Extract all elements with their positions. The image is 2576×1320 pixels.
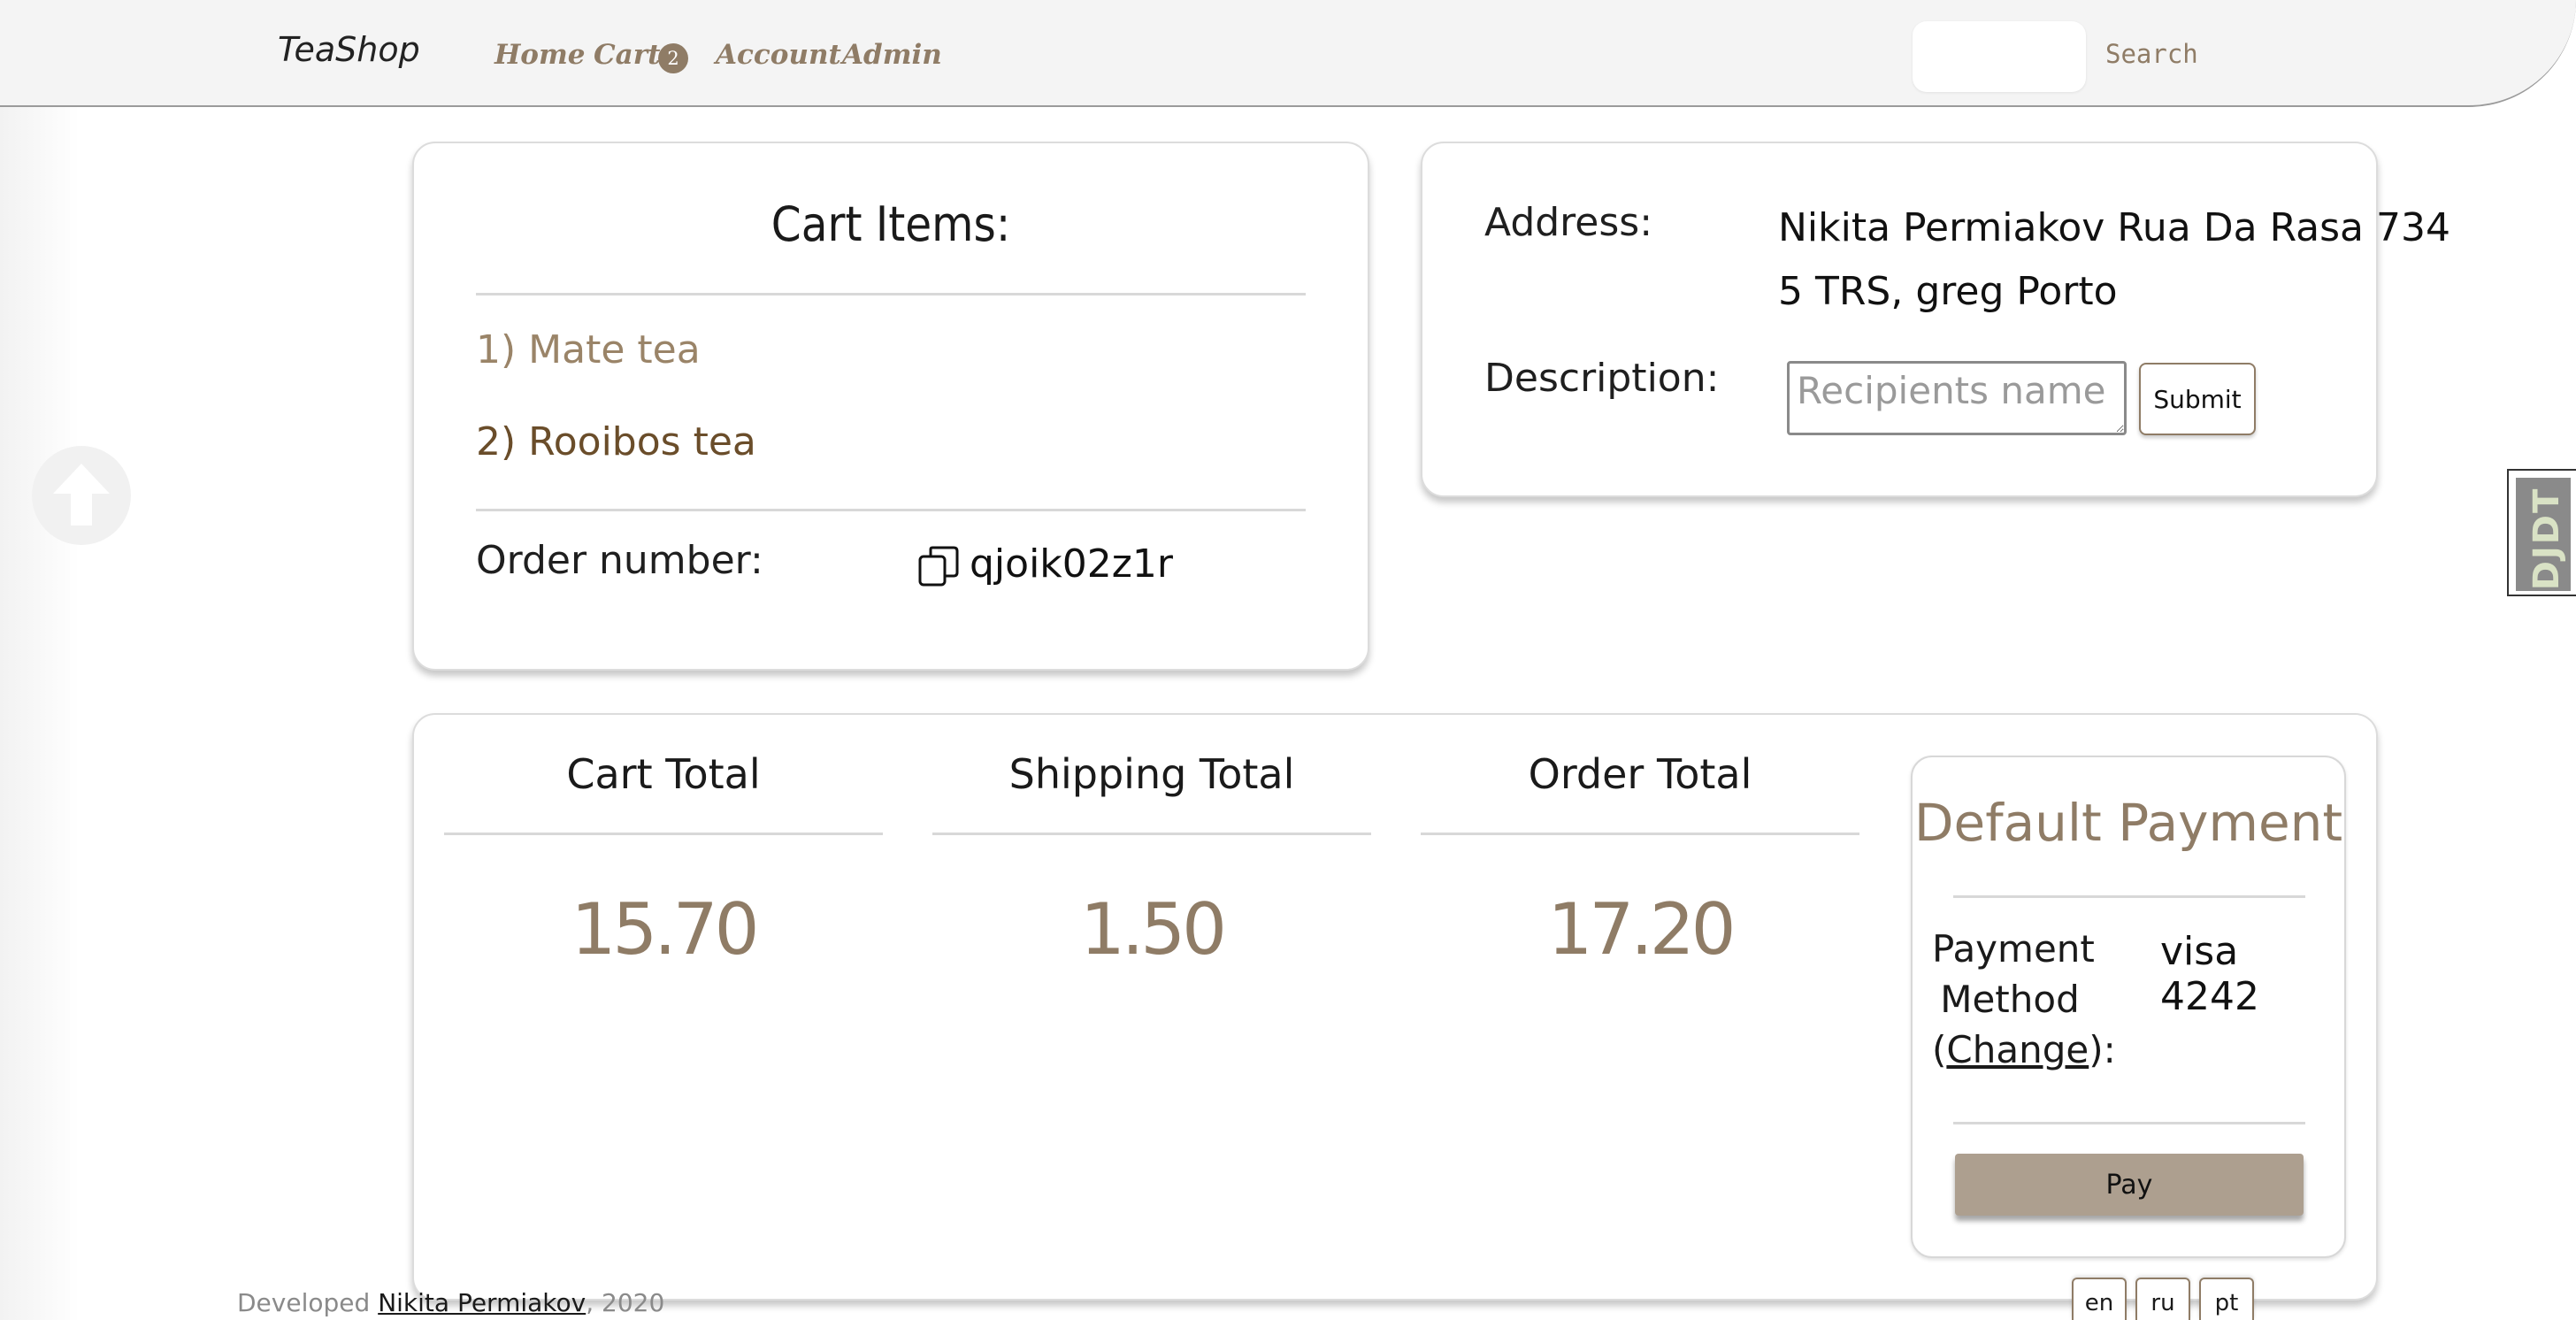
address-line-1: Nikita Permiakov Rua Da Rasa 734 xyxy=(1778,205,2450,250)
brand-logo[interactable]: TeaShop xyxy=(278,30,420,69)
navbar: TeaShop Home Cart 2 Account Admin Search xyxy=(0,0,2576,107)
footer-year: , 2020 xyxy=(586,1288,665,1317)
divider xyxy=(476,509,1306,511)
change-payment-link[interactable]: Change xyxy=(1946,1028,2089,1071)
nav-account-link[interactable]: Account xyxy=(716,39,841,71)
order-total-value: 17.20 xyxy=(1547,888,1736,971)
cart-item[interactable]: 2) Rooibos tea xyxy=(476,419,756,464)
footer-credit: Developed Nikita Permiakov, 2020 xyxy=(237,1288,664,1317)
address-label: Address: xyxy=(1484,200,1653,245)
language-en-button[interactable]: en xyxy=(2072,1278,2127,1320)
divider xyxy=(1953,895,2305,898)
debug-toolbar-inner: DJDT xyxy=(2516,478,2571,591)
nav-home-link[interactable]: Home xyxy=(494,39,586,71)
default-payment-title: Default Payment xyxy=(1913,793,2343,853)
description-label: Description: xyxy=(1484,356,1720,401)
shipping-total-value: 1.50 xyxy=(1079,888,1227,971)
shipping-total-label: Shipping Total xyxy=(1008,750,1295,798)
description-input[interactable] xyxy=(1787,361,2127,435)
submit-button[interactable]: Submit xyxy=(2139,363,2256,435)
divider xyxy=(444,833,883,835)
address-line-2: 5 TRS, greg Porto xyxy=(1778,269,2118,314)
divider xyxy=(932,833,1371,835)
payment-method-label-line-2: Method xyxy=(1940,978,2080,1021)
nav-cart-link[interactable]: Cart xyxy=(594,39,660,71)
cart-items-title: Cart Items: xyxy=(770,196,1011,252)
payment-method-label: Payment Method (Change): xyxy=(1932,924,2116,1075)
search-input[interactable] xyxy=(1913,21,2086,92)
nav-admin-link[interactable]: Admin xyxy=(842,39,942,71)
cart-total-label: Cart Total xyxy=(566,750,761,798)
copy-icon[interactable] xyxy=(916,544,961,588)
divider xyxy=(1953,1122,2305,1124)
order-number-label: Order number: xyxy=(476,538,763,583)
default-payment-card: Default Payment Payment Method (Change):… xyxy=(1911,756,2346,1258)
language-ru-button[interactable]: ru xyxy=(2135,1278,2190,1320)
paren-colon: ): xyxy=(2089,1028,2116,1071)
cart-item[interactable]: 1) Mate tea xyxy=(476,327,701,372)
divider xyxy=(476,293,1306,295)
search-button[interactable]: Search xyxy=(2105,39,2198,69)
payment-method-label-line-1: Payment xyxy=(1932,927,2095,971)
cart-count-badge: 2 xyxy=(658,43,688,73)
order-number-value: qjoik02z1r xyxy=(970,541,1173,587)
language-pt-button[interactable]: pt xyxy=(2199,1278,2254,1320)
divider xyxy=(1421,833,1859,835)
footer-developed: Developed xyxy=(237,1288,371,1317)
payment-method-value: visa 4242 xyxy=(2160,929,2259,1019)
scroll-to-top-button[interactable] xyxy=(32,446,131,545)
pay-button[interactable]: Pay xyxy=(1955,1154,2304,1216)
order-total-label: Order Total xyxy=(1528,750,1752,798)
paren: ( xyxy=(1932,1028,1947,1071)
debug-toolbar-label: DJDT xyxy=(2526,487,2567,591)
cart-total-value: 15.70 xyxy=(571,888,759,971)
footer-author-link[interactable]: Nikita Permiakov xyxy=(378,1288,586,1317)
debug-toolbar-handle[interactable]: DJDT xyxy=(2507,469,2576,596)
arrow-up-icon xyxy=(53,464,110,526)
left-shade xyxy=(0,106,80,1320)
address-card xyxy=(1421,142,2378,497)
